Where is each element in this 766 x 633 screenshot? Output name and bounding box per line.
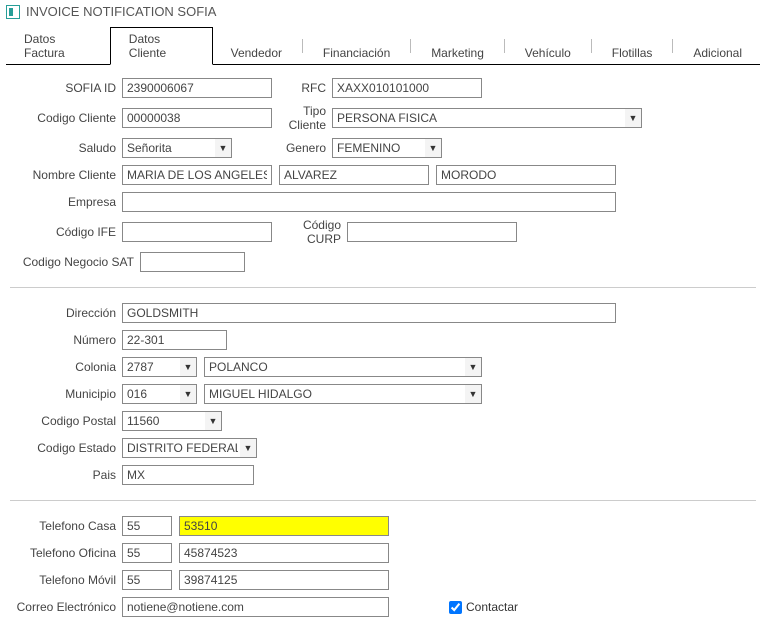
tipo-cliente-combo[interactable]: ▼ [332, 108, 642, 128]
codigo-estado-input[interactable] [122, 438, 257, 458]
chevron-down-icon[interactable]: ▼ [465, 358, 481, 376]
tab-separator [302, 39, 303, 53]
tab-flotillas[interactable]: Flotillas [594, 42, 671, 64]
label-nombre-cliente: Nombre Cliente [10, 168, 122, 182]
label-tipo-cliente: Tipo Cliente [272, 104, 332, 132]
label-numero: Número [10, 333, 122, 347]
tab-separator [504, 39, 505, 53]
genero-combo[interactable]: ▼ [332, 138, 442, 158]
chevron-down-icon[interactable]: ▼ [180, 358, 196, 376]
titlebar: INVOICE NOTIFICATION SOFIA [0, 0, 766, 23]
sofia-id-input[interactable] [122, 78, 272, 98]
codigo-postal-combo[interactable]: ▼ [122, 411, 222, 431]
saludo-combo[interactable]: ▼ [122, 138, 232, 158]
tab-separator [410, 39, 411, 53]
form-body: SOFIA ID RFC Codigo Cliente Tipo Cliente… [0, 65, 766, 633]
direccion-input[interactable] [122, 303, 616, 323]
colonia-name-combo[interactable]: ▼ [204, 357, 482, 377]
label-codigo-ife: Código IFE [10, 225, 122, 239]
tab-datos-factura[interactable]: Datos Factura [6, 28, 110, 64]
label-empresa: Empresa [10, 195, 122, 209]
label-genero: Genero [232, 141, 332, 155]
tab-datos-cliente[interactable]: Datos Cliente [110, 27, 213, 65]
tab-separator [591, 39, 592, 53]
label-codigo-estado: Codigo Estado [10, 441, 122, 455]
pais-input[interactable] [122, 465, 254, 485]
chevron-down-icon[interactable]: ▼ [205, 412, 221, 430]
tab-strip: Datos Factura Datos Cliente Vendedor Fin… [6, 27, 760, 65]
nombre3-input[interactable] [436, 165, 616, 185]
municipio-code-combo[interactable]: ▼ [122, 384, 197, 404]
label-codigo-curp: Código CURP [272, 218, 347, 246]
label-pais: Pais [10, 468, 122, 482]
contactar-checkbox[interactable] [449, 601, 462, 614]
empresa-input[interactable] [122, 192, 616, 212]
nombre2-input[interactable] [279, 165, 429, 185]
tab-marketing[interactable]: Marketing [413, 42, 502, 64]
correo-input[interactable] [122, 597, 389, 617]
window-title: INVOICE NOTIFICATION SOFIA [26, 4, 216, 19]
label-codigo-postal: Codigo Postal [10, 414, 122, 428]
tel-casa-num-input[interactable] [179, 516, 389, 536]
municipio-name-combo[interactable]: ▼ [204, 384, 482, 404]
rfc-input[interactable] [332, 78, 482, 98]
tel-oficina-num-input[interactable] [179, 543, 389, 563]
tel-movil-num-input[interactable] [179, 570, 389, 590]
label-telefono-movil: Telefono Móvil [10, 573, 122, 587]
chevron-down-icon[interactable]: ▼ [215, 139, 231, 157]
app-icon [6, 5, 20, 19]
tipo-cliente-input[interactable] [332, 108, 642, 128]
colonia-code-combo[interactable]: ▼ [122, 357, 197, 377]
tab-financiacion[interactable]: Financiación [305, 42, 408, 64]
chevron-down-icon[interactable]: ▼ [625, 109, 641, 127]
label-telefono-oficina: Telefono Oficina [10, 546, 122, 560]
label-telefono-casa: Telefono Casa [10, 519, 122, 533]
nombre1-input[interactable] [122, 165, 272, 185]
label-codigo-negocio-sat: Codigo Negocio SAT [10, 255, 140, 269]
label-sofia-id: SOFIA ID [10, 81, 122, 95]
section-divider [10, 287, 756, 288]
tel-movil-lada-input[interactable] [122, 570, 172, 590]
chevron-down-icon[interactable]: ▼ [240, 439, 256, 457]
codigo-negocio-sat-input[interactable] [140, 252, 245, 272]
label-saludo: Saludo [10, 141, 122, 155]
tab-separator [672, 39, 673, 53]
numero-input[interactable] [122, 330, 227, 350]
codigo-cliente-input[interactable] [122, 108, 272, 128]
codigo-curp-input[interactable] [347, 222, 517, 242]
chevron-down-icon[interactable]: ▼ [180, 385, 196, 403]
tel-oficina-lada-input[interactable] [122, 543, 172, 563]
codigo-ife-input[interactable] [122, 222, 272, 242]
tab-adicional[interactable]: Adicional [675, 42, 760, 64]
tab-vehiculo[interactable]: Vehículo [507, 42, 589, 64]
label-colonia: Colonia [10, 360, 122, 374]
colonia-name-input[interactable] [204, 357, 482, 377]
section-divider [10, 500, 756, 501]
label-codigo-cliente: Codigo Cliente [10, 111, 122, 125]
label-direccion: Dirección [10, 306, 122, 320]
tel-casa-lada-input[interactable] [122, 516, 172, 536]
municipio-name-input[interactable] [204, 384, 482, 404]
label-rfc: RFC [272, 81, 332, 95]
codigo-estado-combo[interactable]: ▼ [122, 438, 257, 458]
label-contactar: Contactar [466, 600, 518, 614]
label-correo-electronico: Correo Electrónico [10, 600, 122, 614]
contactar-checkbox-row: Contactar [449, 600, 518, 614]
label-municipio: Municipio [10, 387, 122, 401]
chevron-down-icon[interactable]: ▼ [465, 385, 481, 403]
tab-vendedor[interactable]: Vendedor [213, 42, 300, 64]
chevron-down-icon[interactable]: ▼ [425, 139, 441, 157]
